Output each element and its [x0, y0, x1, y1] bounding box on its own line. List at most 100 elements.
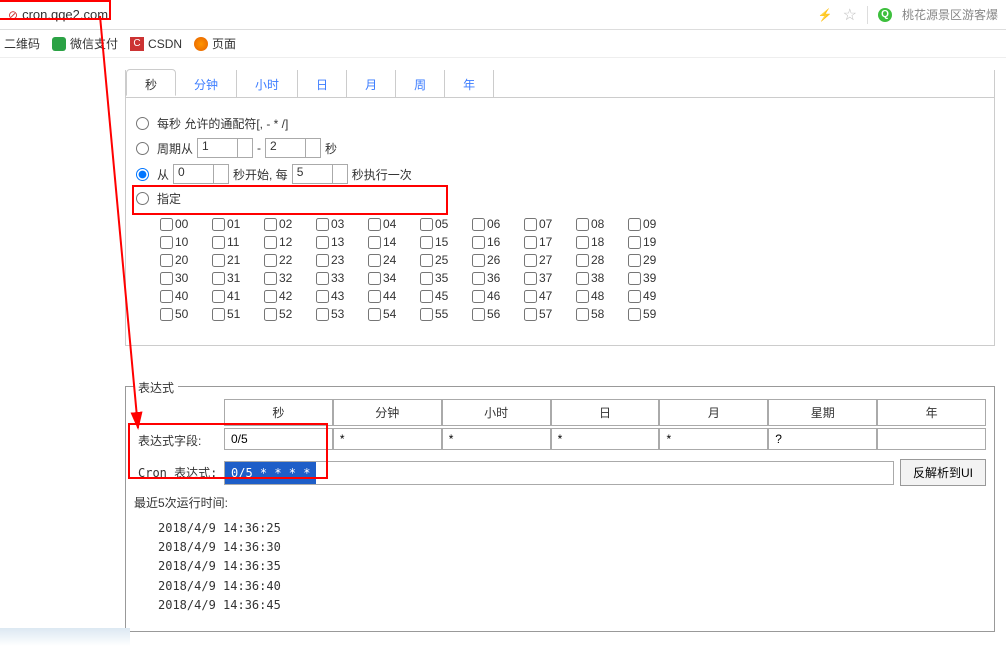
field-year-input[interactable] [877, 428, 986, 450]
period-from-spinner[interactable]: 1▲▼ [197, 138, 253, 158]
field-month-input[interactable] [659, 428, 768, 450]
radio-from-every[interactable] [136, 168, 149, 181]
period-to-spinner[interactable]: 2▲▼ [265, 138, 321, 158]
second-53-checkbox[interactable]: 53 [316, 307, 362, 321]
tab-hours[interactable]: 小时 [237, 70, 298, 97]
second-25-checkbox[interactable]: 25 [420, 253, 466, 267]
second-59-checkbox[interactable]: 59 [628, 307, 674, 321]
bookmark-star-icon[interactable]: ☆ [843, 5, 857, 25]
second-36-checkbox[interactable]: 36 [472, 271, 518, 285]
second-27-checkbox[interactable]: 27 [524, 253, 570, 267]
second-52-checkbox[interactable]: 52 [264, 307, 310, 321]
second-26-checkbox[interactable]: 26 [472, 253, 518, 267]
parse-to-ui-button[interactable]: 反解析到UI [900, 459, 986, 486]
cron-expression-input[interactable] [224, 461, 894, 485]
second-54-checkbox[interactable]: 54 [368, 307, 414, 321]
second-21-checkbox[interactable]: 21 [212, 253, 258, 267]
second-58-checkbox[interactable]: 58 [576, 307, 622, 321]
second-35-checkbox[interactable]: 35 [420, 271, 466, 285]
radio-wildcard[interactable] [136, 117, 149, 130]
second-07-checkbox[interactable]: 07 [524, 217, 570, 231]
second-56-checkbox[interactable]: 56 [472, 307, 518, 321]
second-06-checkbox[interactable]: 06 [472, 217, 518, 231]
second-37-checkbox[interactable]: 37 [524, 271, 570, 285]
run-times-list: 2018/4/9 14:36:252018/4/9 14:36:302018/4… [158, 519, 986, 615]
second-29-checkbox[interactable]: 29 [628, 253, 674, 267]
radio-period[interactable] [136, 142, 149, 155]
field-hour-input[interactable] [442, 428, 551, 450]
tab-week[interactable]: 周 [396, 70, 445, 97]
second-04-checkbox[interactable]: 04 [368, 217, 414, 231]
second-40-checkbox[interactable]: 40 [160, 289, 206, 303]
wildcard-label: 每秒 允许的通配符[, - * /] [157, 115, 288, 132]
second-42-checkbox[interactable]: 42 [264, 289, 310, 303]
bookmark-page[interactable]: 页面 [194, 35, 236, 52]
second-10-checkbox[interactable]: 10 [160, 235, 206, 249]
tab-day[interactable]: 日 [298, 70, 347, 97]
second-18-checkbox[interactable]: 18 [576, 235, 622, 249]
news-text[interactable]: 桃花源景区游客爆 [902, 6, 998, 23]
field-min-input[interactable] [333, 428, 442, 450]
second-31-checkbox[interactable]: 31 [212, 271, 258, 285]
second-23-checkbox[interactable]: 23 [316, 253, 362, 267]
second-00-checkbox[interactable]: 00 [160, 217, 206, 231]
second-46-checkbox[interactable]: 46 [472, 289, 518, 303]
second-03-checkbox[interactable]: 03 [316, 217, 362, 231]
second-57-checkbox[interactable]: 57 [524, 307, 570, 321]
second-47-checkbox[interactable]: 47 [524, 289, 570, 303]
second-28-checkbox[interactable]: 28 [576, 253, 622, 267]
second-20-checkbox[interactable]: 20 [160, 253, 206, 267]
tab-seconds[interactable]: 秒 [126, 69, 176, 96]
second-33-checkbox[interactable]: 33 [316, 271, 362, 285]
second-15-checkbox[interactable]: 15 [420, 235, 466, 249]
second-45-checkbox[interactable]: 45 [420, 289, 466, 303]
every-value-spinner[interactable]: 5▲▼ [292, 164, 348, 184]
period-suffix: 秒 [325, 140, 337, 157]
bookmark-qrcode[interactable]: 二维码 [4, 35, 40, 52]
second-05-checkbox[interactable]: 05 [420, 217, 466, 231]
tab-minutes[interactable]: 分钟 [176, 70, 237, 97]
second-16-checkbox[interactable]: 16 [472, 235, 518, 249]
field-day-input[interactable] [551, 428, 660, 450]
second-12-checkbox[interactable]: 12 [264, 235, 310, 249]
second-14-checkbox[interactable]: 14 [368, 235, 414, 249]
second-55-checkbox[interactable]: 55 [420, 307, 466, 321]
bookmark-csdn[interactable]: CCSDN [130, 37, 182, 51]
second-11-checkbox[interactable]: 11 [212, 235, 258, 249]
url-text[interactable]: cron.qqe2.com [22, 7, 108, 22]
fields-label: 表达式字段: [134, 428, 224, 453]
second-44-checkbox[interactable]: 44 [368, 289, 414, 303]
radio-specify[interactable] [136, 192, 149, 205]
second-13-checkbox[interactable]: 13 [316, 235, 362, 249]
second-08-checkbox[interactable]: 08 [576, 217, 622, 231]
second-30-checkbox[interactable]: 30 [160, 271, 206, 285]
second-34-checkbox[interactable]: 34 [368, 271, 414, 285]
second-48-checkbox[interactable]: 48 [576, 289, 622, 303]
from-value-spinner[interactable]: 0▲▼ [173, 164, 229, 184]
second-51-checkbox[interactable]: 51 [212, 307, 258, 321]
second-38-checkbox[interactable]: 38 [576, 271, 622, 285]
second-49-checkbox[interactable]: 49 [628, 289, 674, 303]
second-02-checkbox[interactable]: 02 [264, 217, 310, 231]
second-19-checkbox[interactable]: 19 [628, 235, 674, 249]
field-sec-input[interactable] [224, 428, 333, 450]
period-sep: - [257, 141, 261, 155]
tab-year[interactable]: 年 [445, 70, 494, 97]
bookmark-wechat-pay[interactable]: 微信支付 [52, 35, 118, 52]
second-50-checkbox[interactable]: 50 [160, 307, 206, 321]
time-unit-tabs: 秒 分钟 小时 日 月 周 年 [126, 70, 994, 98]
second-41-checkbox[interactable]: 41 [212, 289, 258, 303]
run-time-item: 2018/4/9 14:36:45 [158, 596, 986, 615]
lightning-icon[interactable]: ⚡ [818, 8, 833, 22]
qihoo-icon[interactable]: Q [878, 8, 892, 22]
second-17-checkbox[interactable]: 17 [524, 235, 570, 249]
tab-month[interactable]: 月 [347, 70, 396, 97]
second-22-checkbox[interactable]: 22 [264, 253, 310, 267]
second-32-checkbox[interactable]: 32 [264, 271, 310, 285]
second-24-checkbox[interactable]: 24 [368, 253, 414, 267]
second-01-checkbox[interactable]: 01 [212, 217, 258, 231]
field-week-input[interactable] [768, 428, 877, 450]
second-09-checkbox[interactable]: 09 [628, 217, 674, 231]
second-43-checkbox[interactable]: 43 [316, 289, 362, 303]
second-39-checkbox[interactable]: 39 [628, 271, 674, 285]
